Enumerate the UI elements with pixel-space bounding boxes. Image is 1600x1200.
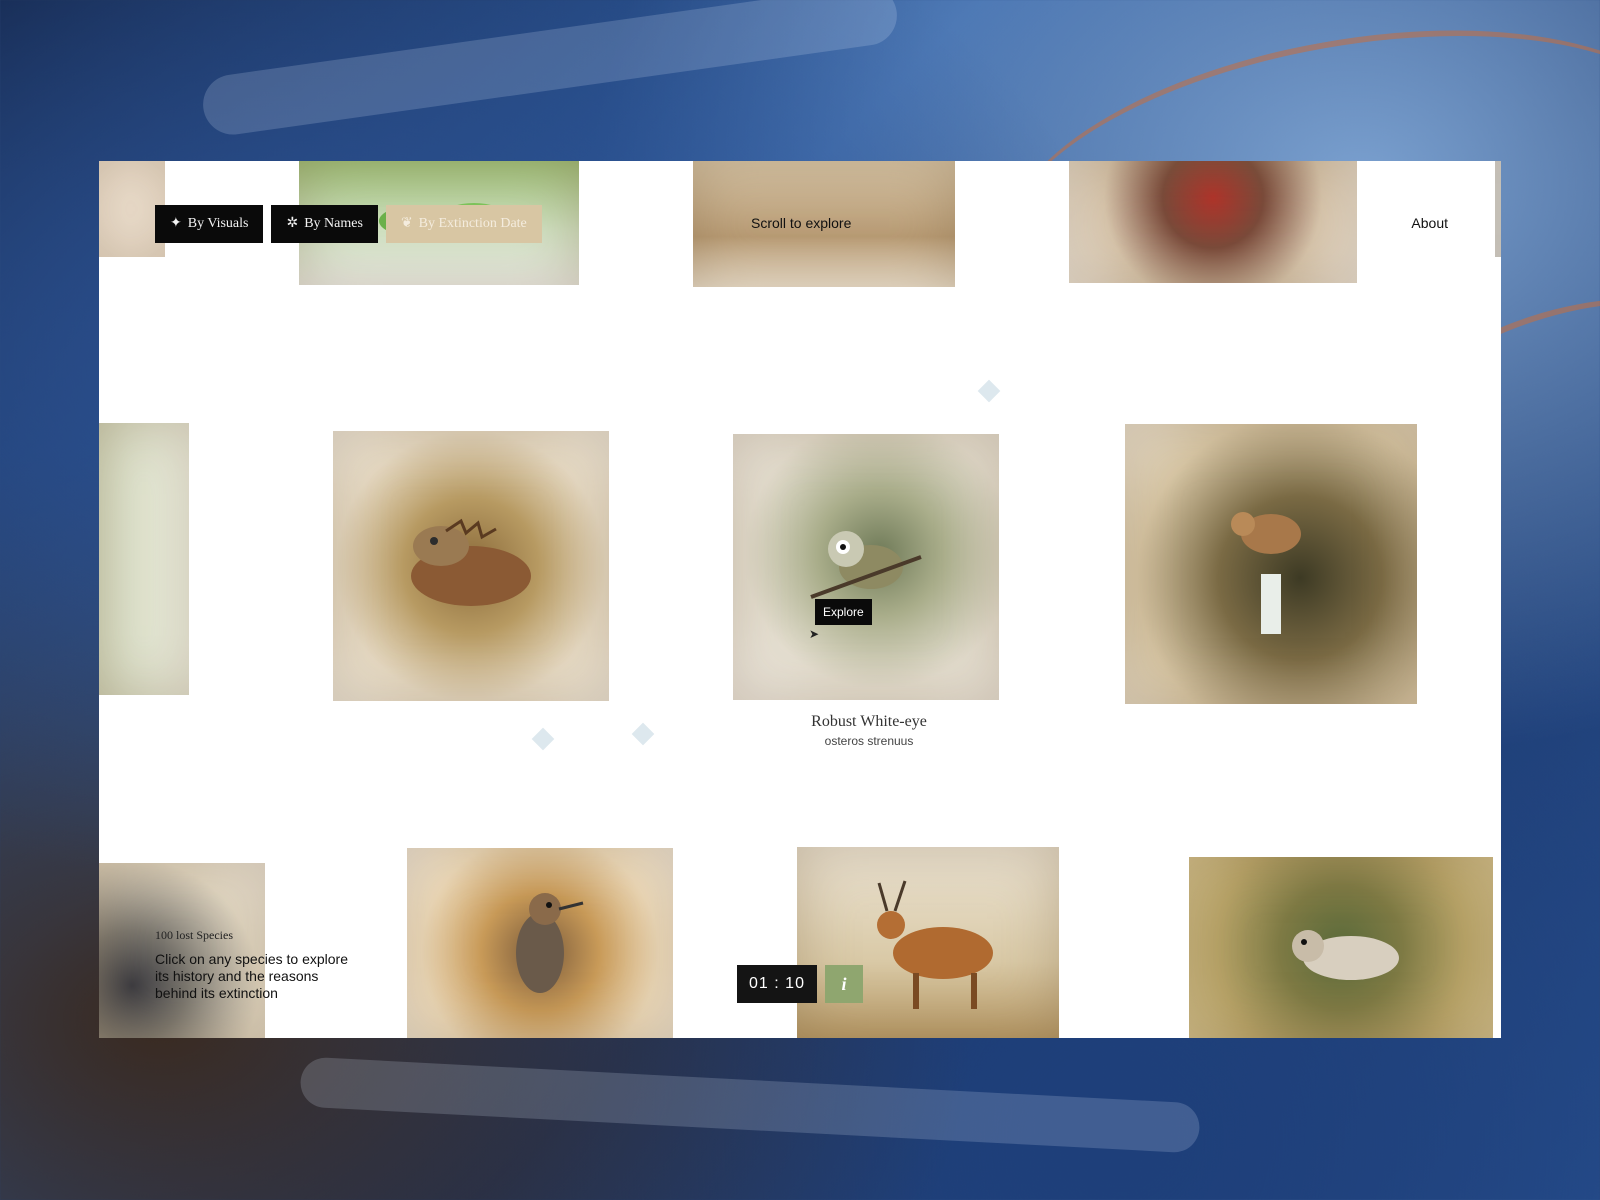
by-extinction-date-button[interactable]: ❦ By Extinction Date <box>385 205 542 243</box>
by-visuals-button[interactable]: ✦ By Visuals <box>155 205 264 243</box>
by-names-label: By Names <box>304 216 363 231</box>
timer-display: 01 : 10 <box>737 965 817 1003</box>
info-panel: 100 lost Species Click on any species to… <box>155 928 355 1002</box>
info-button[interactable]: i <box>825 965 863 1003</box>
species-card-robust-white-eye[interactable] <box>733 434 999 700</box>
explore-tooltip[interactable]: Explore <box>815 599 872 625</box>
species-card-iguana[interactable] <box>333 431 609 701</box>
species-latin-name: osteros strenuus <box>824 734 914 748</box>
species-card-deer[interactable] <box>797 847 1059 1038</box>
background-stroke <box>199 0 901 139</box>
info-panel-title: 100 lost Species <box>155 928 233 942</box>
background-stroke <box>299 1056 1201 1154</box>
sparkle-icon: ✦ <box>170 216 182 231</box>
species-card-flower[interactable] <box>1069 161 1357 283</box>
iguana-illustration <box>411 518 531 606</box>
bug-icon: ✲ <box>286 216 299 231</box>
by-visuals-label: By Visuals <box>187 216 249 231</box>
decorative-diamond <box>631 722 655 746</box>
info-panel-text: Click on any species to explore its hist… <box>155 951 348 1001</box>
leaf-icon: ❦ <box>400 216 413 231</box>
woodpecker-illustration <box>516 893 584 993</box>
decorative-diamond <box>531 727 555 751</box>
view-toggle-group: ✦ By Visuals ✲ By Names ❦ By Extinction … <box>155 205 542 243</box>
species-card-partial-right-top[interactable] <box>1495 161 1501 257</box>
marsupial-mouse-illustration <box>1292 929 1399 980</box>
decorative-diamond <box>977 379 1001 403</box>
species-card-partial-left-middle[interactable] <box>99 423 189 695</box>
mouse-cursor-icon: ➤ <box>809 627 820 641</box>
app-window: ✦ By Visuals ✲ By Names ❦ By Extinction … <box>99 161 1501 1038</box>
species-card-marsupial-mouse[interactable] <box>1189 857 1493 1038</box>
about-link[interactable]: About <box>1411 215 1448 231</box>
bird-waterfall-illustration <box>1231 512 1301 634</box>
by-names-button[interactable]: ✲ By Names <box>271 205 378 243</box>
species-name: Robust White-eye <box>811 713 927 730</box>
scroll-hint: Scroll to explore <box>751 215 852 231</box>
by-extinction-date-label: By Extinction Date <box>418 216 527 231</box>
deer-illustration <box>877 880 993 1009</box>
species-card-bird-waterfall[interactable] <box>1125 424 1417 704</box>
species-card-woodpecker[interactable] <box>407 848 673 1038</box>
